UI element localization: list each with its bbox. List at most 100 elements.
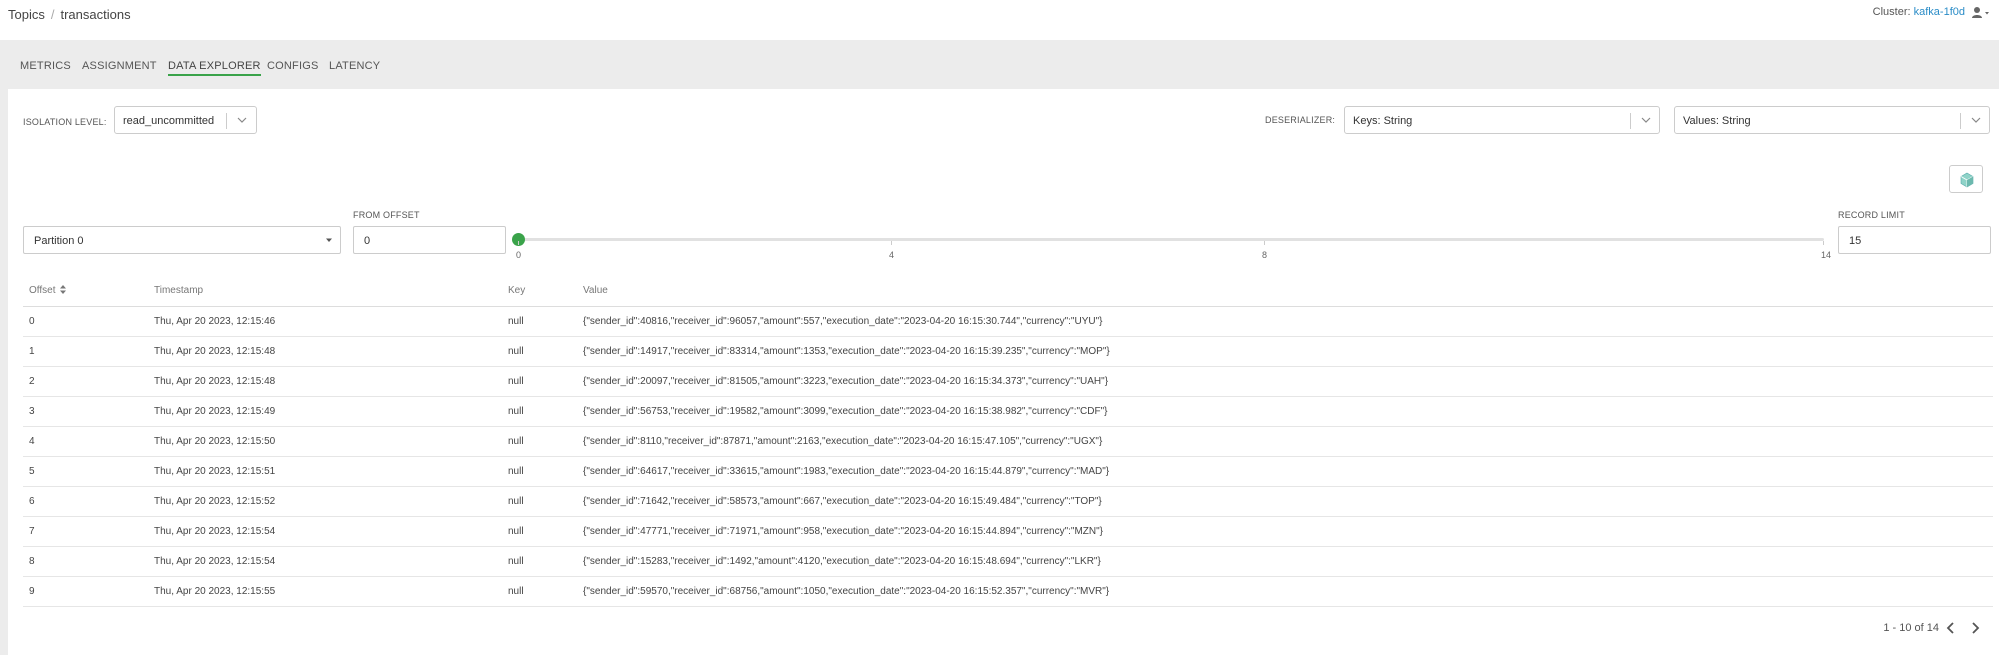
timestamp-cell: Thu, Apr 20 2023, 12:15:48 — [154, 376, 276, 387]
chevron-right-icon — [1972, 622, 1980, 634]
table-row[interactable]: 7 Thu, Apr 20 2023, 12:15:54 null {"sender_… — [23, 517, 1993, 547]
cluster-name-link[interactable]: kafka-1f0d — [1914, 6, 1965, 18]
value-cell: {"sender_id":59570,"receiver_id":68756,"… — [583, 586, 1110, 597]
value-cell: {"sender_id":15283,"receiver_id":1492,"a… — [583, 556, 1101, 567]
isolation-level-label: ISOLATION LEVEL: — [23, 117, 107, 127]
select-divider — [1960, 113, 1961, 129]
value-cell: {"sender_id":71642,"receiver_id":58573,"… — [583, 496, 1102, 507]
value-cell: {"sender_id":40816,"receiver_id":96057,"… — [583, 316, 1103, 327]
isolation-level-select[interactable]: read_uncommitted — [114, 106, 257, 134]
key-cell: null — [508, 586, 524, 597]
offset-header-label: Offset — [29, 285, 56, 296]
chevron-left-icon — [1946, 622, 1954, 634]
table-row[interactable]: 2 Thu, Apr 20 2023, 12:15:48 null {"sender_… — [23, 367, 1993, 397]
value-cell: {"sender_id":47771,"receiver_id":71971,"… — [583, 526, 1104, 537]
slider-tick — [1264, 241, 1265, 245]
key-cell: null — [508, 526, 524, 537]
offset-cell: 5 — [29, 466, 35, 477]
key-cell: null — [508, 376, 524, 387]
offset-column-header[interactable]: Offset — [29, 285, 67, 296]
tab-metrics[interactable]: METRICS — [20, 60, 71, 72]
key-deserializer-value: Keys: String — [1353, 115, 1413, 127]
timestamp-cell: Thu, Apr 20 2023, 12:15:51 — [154, 466, 276, 477]
breadcrumb-separator: / — [50, 7, 55, 22]
deserializer-label: DESERIALIZER: — [1265, 115, 1336, 125]
key-cell: null — [508, 436, 524, 447]
key-cell: null — [508, 466, 524, 477]
select-divider — [226, 113, 227, 129]
chevron-down-icon — [1971, 117, 1981, 123]
cluster-label: Cluster: — [1872, 6, 1911, 18]
timestamp-cell: Thu, Apr 20 2023, 12:15:54 — [154, 556, 276, 567]
timestamp-cell: Thu, Apr 20 2023, 12:15:46 — [154, 316, 276, 327]
timestamp-cell: Thu, Apr 20 2023, 12:15:54 — [154, 526, 276, 537]
slider-tick — [1823, 241, 1824, 245]
table-row[interactable]: 6 Thu, Apr 20 2023, 12:15:52 null {"sender_… — [23, 487, 1993, 517]
value-cell: {"sender_id":64617,"receiver_id":33615,"… — [583, 466, 1110, 477]
value-cell: {"sender_id":14917,"receiver_id":83314,"… — [583, 346, 1110, 357]
timestamp-cell: Thu, Apr 20 2023, 12:15:50 — [154, 436, 276, 447]
table-row[interactable]: 0 Thu, Apr 20 2023, 12:15:46 null {"sender_… — [23, 307, 1993, 337]
offset-cell: 2 — [29, 376, 35, 387]
caret-down-icon — [326, 238, 332, 242]
value-cell: {"sender_id":56753,"receiver_id":19582,"… — [583, 406, 1108, 417]
value-deserializer-select[interactable]: Values: String — [1674, 106, 1990, 134]
timestamp-column-header: Timestamp — [154, 285, 204, 296]
offset-cell: 0 — [29, 316, 35, 327]
table-row[interactable]: 4 Thu, Apr 20 2023, 12:15:50 null {"sender_… — [23, 427, 1993, 457]
table-header: Offset Timestamp Key Value — [23, 281, 1993, 307]
table-row[interactable]: 1 Thu, Apr 20 2023, 12:15:48 null {"sender_… — [23, 337, 1993, 367]
key-column-header: Key — [508, 285, 526, 296]
value-cell: {"sender_id":20097,"receiver_id":81505,"… — [583, 376, 1109, 387]
key-cell: null — [508, 346, 524, 357]
value-cell: {"sender_id":8110,"receiver_id":87871,"a… — [583, 436, 1103, 447]
cube-icon — [1960, 172, 1974, 188]
slider-tick — [518, 241, 519, 245]
timestamp-cell: Thu, Apr 20 2023, 12:15:52 — [154, 496, 276, 507]
add-message-button[interactable] — [1949, 165, 1983, 193]
tab-assignment[interactable]: ASSIGNMENT — [82, 60, 157, 72]
slider-tick — [891, 241, 892, 245]
user-menu-button[interactable] — [1971, 6, 1991, 20]
isolation-level-value: read_uncommitted — [123, 115, 215, 127]
slider-tick-label: 4 — [889, 250, 895, 260]
select-divider — [1630, 113, 1631, 129]
from-offset-input[interactable]: 0 — [353, 226, 506, 254]
key-cell: null — [508, 496, 524, 507]
next-page-button[interactable] — [1969, 621, 1981, 635]
offset-cell: 8 — [29, 556, 35, 567]
table-row[interactable]: 5 Thu, Apr 20 2023, 12:15:51 null {"sender_… — [23, 457, 1993, 487]
sort-icon — [60, 285, 67, 294]
key-cell: null — [508, 316, 524, 327]
table-row[interactable]: 3 Thu, Apr 20 2023, 12:15:49 null {"sender_… — [23, 397, 1993, 427]
from-offset-label: FROM OFFSET — [353, 210, 420, 220]
timestamp-cell: Thu, Apr 20 2023, 12:15:55 — [154, 586, 276, 597]
breadcrumb-current: transactions — [60, 7, 131, 22]
table-row[interactable]: 8 Thu, Apr 20 2023, 12:15:54 null {"sender_… — [23, 547, 1993, 577]
slider-tick-label: 0 — [516, 250, 522, 260]
record-limit-input[interactable]: 15 — [1838, 226, 1991, 254]
pagination-summary: 1 - 10 of 14 — [1883, 622, 1939, 634]
partition-value: Partition 0 — [34, 235, 84, 247]
slider-tick-label: 14 — [1821, 250, 1832, 260]
from-offset-value: 0 — [364, 235, 371, 247]
partition-select[interactable]: Partition 0 — [23, 226, 341, 254]
tab-configs[interactable]: CONFIGS — [267, 60, 319, 72]
value-deserializer-value: Values: String — [1683, 115, 1751, 127]
cluster-info: Cluster: kafka-1f0d — [1873, 6, 1965, 18]
breadcrumb-topics[interactable]: Topics — [8, 7, 45, 22]
top-bar: Topics / transactions Cluster: kafka-1f0d — [0, 0, 1999, 40]
table-row[interactable]: 9 Thu, Apr 20 2023, 12:15:55 null {"sender_… — [23, 577, 1993, 607]
tab-latency[interactable]: LATENCY — [329, 60, 380, 72]
offset-cell: 7 — [29, 526, 35, 537]
chevron-down-icon — [237, 117, 247, 123]
offset-slider-track[interactable] — [518, 238, 1824, 241]
slider-tick-label: 8 — [1262, 250, 1268, 260]
value-column-header: Value — [583, 285, 608, 296]
tab-data-explorer[interactable]: DATA EXPLORER — [168, 60, 261, 76]
offset-cell: 3 — [29, 406, 35, 417]
key-deserializer-select[interactable]: Keys: String — [1344, 106, 1660, 134]
key-cell: null — [508, 556, 524, 567]
key-cell: null — [508, 406, 524, 417]
previous-page-button[interactable] — [1945, 621, 1957, 635]
